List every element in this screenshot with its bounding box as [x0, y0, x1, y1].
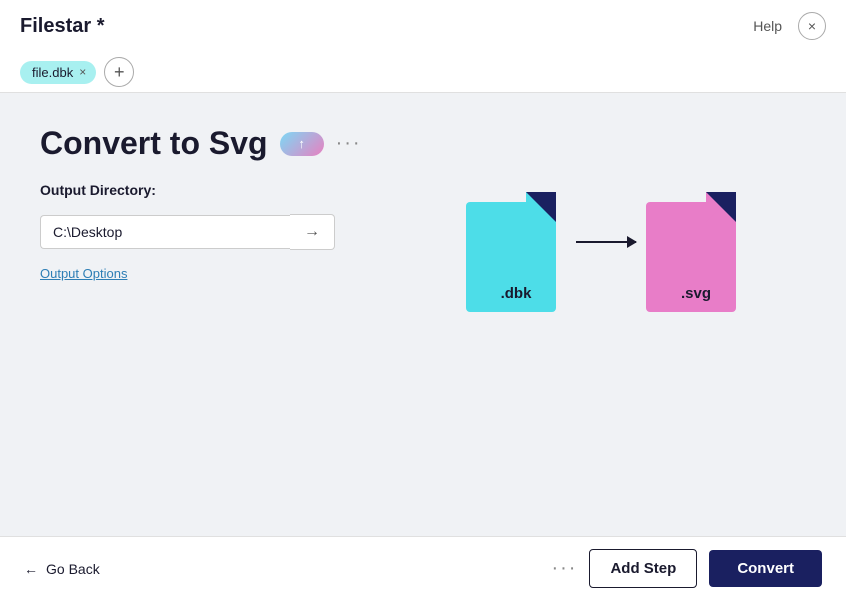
file-tab-close-icon[interactable]: ×	[79, 66, 86, 78]
file-tab[interactable]: file.dbk ×	[20, 61, 96, 84]
upload-arrow-icon: ↑	[298, 136, 305, 151]
page-header: Convert to Svg ↑ ···	[40, 125, 806, 162]
output-dir-label: Output Directory:	[40, 182, 340, 198]
source-file-icon: .dbk	[466, 192, 566, 312]
header-top: Filestar * Help ×	[20, 0, 826, 52]
go-back-button[interactable]: ← Go Back	[24, 561, 100, 577]
output-dir-input-row: →	[40, 214, 340, 250]
output-options-link[interactable]: Output Options	[40, 266, 127, 281]
target-corner-shape	[706, 192, 736, 222]
footer-more-dots[interactable]: ···	[551, 557, 577, 580]
footer: ← Go Back ··· Add Step Convert	[0, 536, 846, 600]
help-link[interactable]: Help	[753, 18, 782, 34]
page-title: Convert to Svg	[40, 125, 268, 162]
content-area: Output Directory: → Output Options .dbk	[40, 182, 806, 312]
footer-right: ··· Add Step Convert	[551, 549, 822, 588]
header: Filestar * Help × file.dbk × +	[0, 0, 846, 93]
convert-button[interactable]: Convert	[709, 550, 822, 587]
app-title: Filestar *	[20, 15, 104, 38]
page-more-dots[interactable]: ···	[336, 132, 362, 155]
source-corner-shape	[526, 192, 556, 222]
add-tab-button[interactable]: +	[104, 57, 134, 87]
source-file-label: .dbk	[466, 285, 566, 302]
arrow-connector	[576, 241, 636, 243]
header-right: Help ×	[753, 12, 826, 40]
close-button[interactable]: ×	[798, 12, 826, 40]
go-back-label: Go Back	[46, 561, 100, 577]
tabs-row: file.dbk × +	[20, 52, 826, 92]
conversion-visual: .dbk .svg	[466, 192, 746, 312]
main-content: Convert to Svg ↑ ··· Output Directory: →…	[0, 93, 846, 536]
left-panel: Output Directory: → Output Options	[40, 182, 340, 281]
add-step-button[interactable]: Add Step	[589, 549, 697, 588]
arrow-line	[576, 241, 636, 243]
target-file-icon: .svg	[646, 192, 746, 312]
output-dir-input[interactable]	[40, 215, 290, 249]
back-arrow-icon: ←	[24, 561, 38, 577]
upload-toggle[interactable]: ↑	[280, 132, 324, 156]
target-file-label: .svg	[646, 285, 746, 302]
browse-button[interactable]: →	[290, 214, 335, 250]
file-tab-label: file.dbk	[32, 65, 73, 80]
